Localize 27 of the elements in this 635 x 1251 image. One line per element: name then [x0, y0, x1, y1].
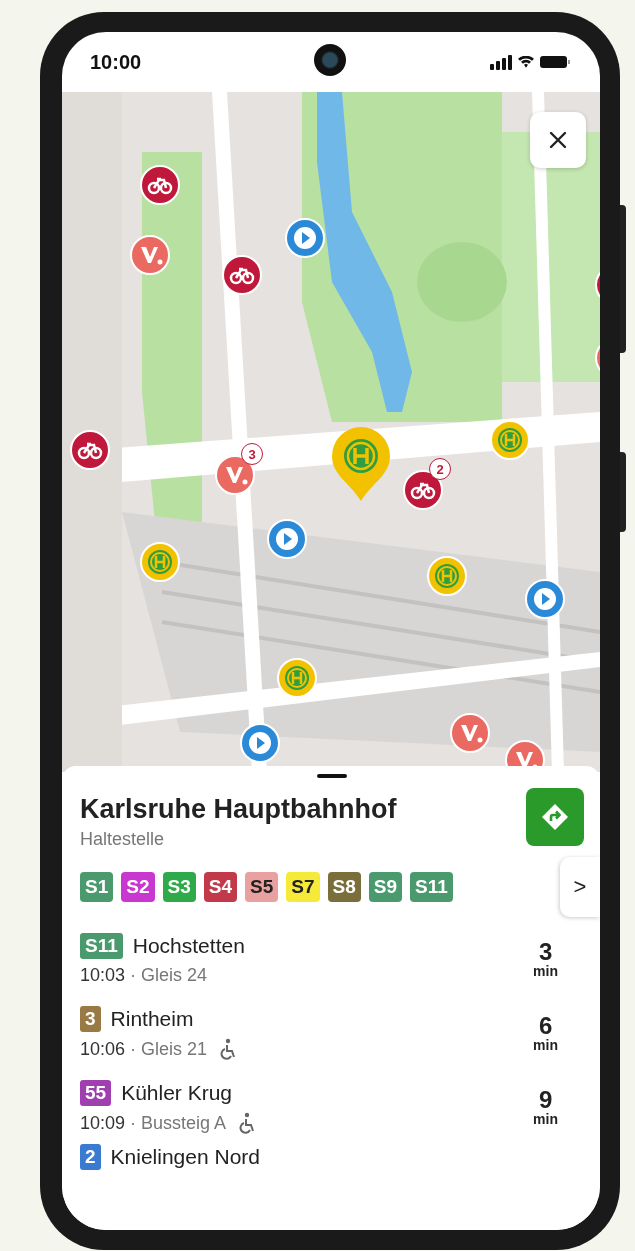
- line-badge: S11: [80, 932, 123, 959]
- line-badge[interactable]: S2: [121, 872, 155, 902]
- line-badge[interactable]: S1: [80, 872, 114, 902]
- line-badge[interactable]: S7: [286, 872, 320, 902]
- destination: Kühler Krug: [121, 1081, 233, 1105]
- departure-info: 10:06 · Gleis 21: [80, 1038, 208, 1060]
- destination: Knielingen Nord: [110, 1145, 260, 1169]
- line-badge: 2: [80, 1144, 101, 1170]
- line-badge[interactable]: S9: [368, 872, 402, 902]
- departure-info: 10:09 · Bussteig A: [80, 1112, 227, 1134]
- stop-name: Karlsruhe Hauptbahnhof: [80, 794, 397, 825]
- line-badge[interactable]: S5: [245, 872, 279, 902]
- status-time: 10:00: [90, 50, 142, 74]
- departure-info: 10:03 · Gleis 24: [80, 964, 208, 986]
- destination: Rintheim: [110, 1007, 194, 1031]
- line-badge[interactable]: S8: [327, 872, 361, 902]
- destination: Hochstetten: [132, 933, 245, 958]
- line-badge[interactable]: S11: [410, 872, 453, 902]
- minutes-until-departure: 3 min: [533, 940, 558, 978]
- line-badge: 55: [80, 1080, 112, 1106]
- line-badge[interactable]: S4: [203, 872, 237, 902]
- stop-type: Haltestelle: [80, 829, 166, 850]
- more-lines-button[interactable]: >: [560, 857, 600, 917]
- line-badge[interactable]: S3: [162, 872, 196, 902]
- minutes-until-departure: 9 min: [533, 1088, 558, 1126]
- line-badge: 3: [80, 1006, 101, 1032]
- minutes-until-departure: 6 min: [533, 1014, 558, 1052]
